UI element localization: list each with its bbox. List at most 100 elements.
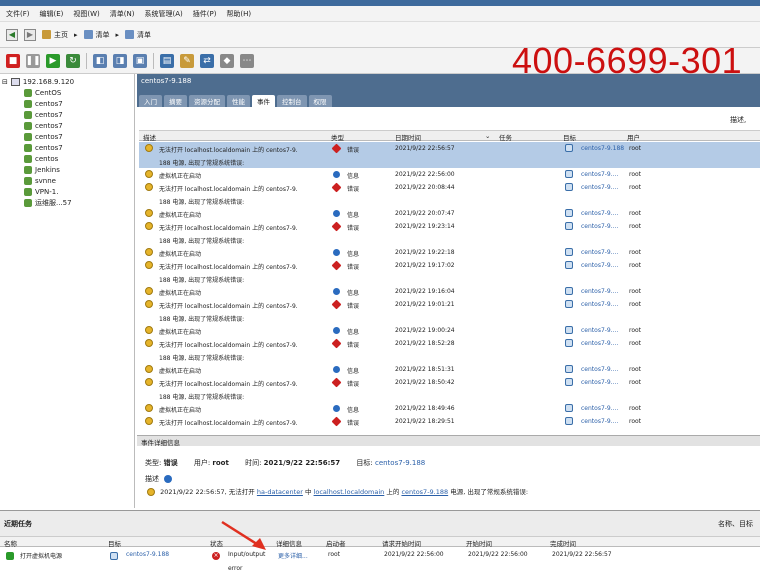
event-row[interactable]: 虚拟机正在启动 信息 2021/9/22 18:49:46 centos7-9....… — [139, 402, 760, 415]
tree-vm[interactable]: Jenkins — [2, 164, 132, 175]
collapse-icon[interactable]: ⊟ — [2, 78, 8, 86]
menu-file[interactable]: 文件(F) — [6, 9, 30, 19]
event-row[interactable]: 188 电源, 出现了常规系统错误: — [139, 311, 760, 324]
vm-link[interactable]: centos7-9.188 — [401, 488, 448, 496]
console-icon[interactable]: ▤ — [160, 53, 174, 68]
event-target-link[interactable]: centos7-9.... — [581, 210, 618, 217]
event-target-link[interactable]: centos7-9.... — [581, 366, 618, 373]
event-target-link[interactable]: centos7-9.... — [581, 301, 618, 308]
event-row[interactable]: 188 电源, 出现了常规系统错误: — [139, 272, 760, 285]
reset-icon[interactable]: ↻ — [66, 53, 80, 68]
col-user[interactable]: 用户 — [627, 132, 640, 142]
task-details-link[interactable]: 更多详细... — [278, 551, 308, 560]
event-target-link[interactable]: centos7-9.... — [581, 418, 618, 425]
menu-edit[interactable]: 编辑(E) — [40, 9, 64, 19]
forward-icon[interactable]: ▶ — [24, 28, 36, 41]
menu-plugins[interactable]: 插件(P) — [193, 9, 217, 19]
host-link[interactable]: localhost.localdomain — [314, 488, 385, 496]
event-row[interactable]: 无法打开 localhost.localdomain 上的 centos7-9.… — [139, 181, 760, 194]
menu-inventory[interactable]: 清单(N) — [110, 9, 135, 19]
menu-view[interactable]: 视图(W) — [73, 9, 99, 19]
event-row[interactable]: 188 电源, 出现了常规系统错误: — [139, 194, 760, 207]
col-datetime[interactable]: 日期时间 — [395, 132, 421, 142]
tree-vm[interactable]: centos7 — [2, 142, 132, 153]
tab-summary[interactable]: 摘要 — [164, 95, 187, 107]
event-target-link[interactable]: centos7-9.... — [581, 262, 618, 269]
rt-col-requested[interactable]: 请求开始时间 — [382, 538, 421, 548]
menu-admin[interactable]: 系统管理(A) — [144, 9, 182, 19]
rt-col-completed[interactable]: 完成时间 — [550, 538, 576, 548]
tab-events[interactable]: 事件 — [252, 95, 275, 107]
tree-vm[interactable]: centos7 — [2, 98, 132, 109]
event-row[interactable]: 无法打开 localhost.localdomain 上的 centos7-9.… — [139, 298, 760, 311]
rt-col-started[interactable]: 开始时间 — [466, 538, 492, 548]
event-row[interactable]: 无法打开 localhost.localdomain 上的 centos7-9.… — [139, 376, 760, 389]
event-target-link[interactable]: centos7-9.... — [581, 288, 618, 295]
event-target-link[interactable]: centos7-9.... — [581, 327, 618, 334]
tree-vm[interactable]: CentOS — [2, 87, 132, 98]
event-target-link[interactable]: centos7-9.... — [581, 184, 618, 191]
event-row[interactable]: 188 电源, 出现了常规系统错误: — [139, 155, 760, 168]
event-row[interactable]: 无法打开 localhost.localdomain 上的 centos7-9.… — [139, 142, 760, 155]
event-target-link[interactable]: centos7-9.... — [581, 379, 618, 386]
tree-vm[interactable]: svnne — [2, 175, 132, 186]
breadcrumb-inventory-2[interactable]: 清单 — [125, 30, 151, 40]
tree-vm[interactable]: VPN-1. — [2, 186, 132, 197]
back-icon[interactable]: ◀ — [6, 28, 18, 41]
tree-host[interactable]: ⊟ 192.168.9.120 — [2, 76, 132, 87]
snapshot-icon[interactable]: ◧ — [93, 53, 107, 68]
detail-target-link[interactable]: centos7-9.188 — [375, 459, 425, 467]
revert-snapshot-icon[interactable]: ◨ — [113, 53, 127, 68]
event-row[interactable]: 虚拟机正在启动 信息 2021/9/22 20:07:47 centos7-9....… — [139, 207, 760, 220]
tab-performance[interactable]: 性能 — [227, 95, 250, 107]
rt-col-initiator[interactable]: 启动者 — [326, 538, 346, 548]
edit-settings-icon[interactable]: ✎ — [180, 53, 194, 68]
tree-vm[interactable]: centos7 — [2, 109, 132, 120]
event-row[interactable]: 无法打开 localhost.localdomain 上的 centos7-9.… — [139, 337, 760, 350]
event-target-link[interactable]: centos7-9.... — [581, 405, 618, 412]
event-row[interactable]: 无法打开 localhost.localdomain 上的 centos7-9.… — [139, 415, 760, 428]
clone-icon[interactable]: ◆ — [220, 53, 234, 68]
col-target[interactable]: 目标 — [563, 132, 576, 142]
tab-getting-started[interactable]: 入门 — [139, 95, 162, 107]
event-row[interactable]: 虚拟机正在启动 信息 2021/9/22 22:56:00 centos7-9....… — [139, 168, 760, 181]
snapshot-manager-icon[interactable]: ▣ — [133, 53, 147, 68]
event-target-link[interactable]: centos7-9.... — [581, 223, 618, 230]
description-filter-label[interactable]: 描述, — [730, 115, 746, 125]
event-row[interactable]: 188 电源, 出现了常规系统错误: — [139, 350, 760, 363]
event-row[interactable]: 虚拟机正在启动 信息 2021/9/22 19:00:24 centos7-9....… — [139, 324, 760, 337]
event-row[interactable]: 无法打开 localhost.localdomain 上的 centos7-9.… — [139, 220, 760, 233]
tab-permissions[interactable]: 权限 — [308, 95, 332, 107]
event-target-link[interactable]: centos7-9.... — [581, 171, 618, 178]
tab-console[interactable]: 控制台 — [277, 95, 307, 107]
col-task[interactable]: 任务 — [499, 132, 512, 142]
event-row[interactable]: 无法打开 localhost.localdomain 上的 centos7-9.… — [139, 259, 760, 272]
col-description[interactable]: 描述 — [143, 132, 156, 142]
recent-tasks-filter[interactable]: 名称、目标 — [718, 519, 753, 529]
event-row[interactable]: 虚拟机正在启动 信息 2021/9/22 19:16:04 centos7-9....… — [139, 285, 760, 298]
event-row[interactable]: 虚拟机正在启动 信息 2021/9/22 19:22:18 centos7-9....… — [139, 246, 760, 259]
tree-vm[interactable]: centos7 — [2, 131, 132, 142]
event-row[interactable]: 188 电源, 出现了常规系统错误: — [139, 389, 760, 402]
rt-col-details[interactable]: 详细信息 — [276, 538, 302, 548]
menu-help[interactable]: 帮助(H) — [226, 9, 251, 19]
tree-vm[interactable]: 运维服...57 — [2, 197, 132, 208]
tree-vm[interactable]: centos7 — [2, 120, 132, 131]
recent-task-row[interactable]: 打开虚拟机电源 centos7-9.188 × Input/output err… — [0, 548, 760, 578]
event-target-link[interactable]: centos7-9.188 — [581, 145, 624, 152]
power-on-icon[interactable]: ▶ — [46, 53, 60, 68]
suspend-icon[interactable]: ❚❚ — [25, 53, 41, 68]
event-target-link[interactable]: centos7-9.... — [581, 340, 618, 347]
event-row[interactable]: 188 电源, 出现了常规系统错误: — [139, 233, 760, 246]
breadcrumb-home[interactable]: 主页 — [42, 30, 68, 40]
datacenter-link[interactable]: ha-datacenter — [257, 488, 303, 496]
task-target-link[interactable]: centos7-9.188 — [126, 551, 169, 558]
rt-col-target[interactable]: 目标 — [108, 538, 121, 548]
more-actions-icon[interactable]: ⋯ — [240, 53, 254, 68]
tab-resource-allocation[interactable]: 资源分配 — [189, 95, 225, 107]
breadcrumb-inventory[interactable]: 清单 — [83, 30, 110, 40]
col-type[interactable]: 类型 — [331, 132, 344, 142]
tree-vm[interactable]: centos — [2, 153, 132, 164]
event-target-link[interactable]: centos7-9.... — [581, 249, 618, 256]
rt-col-name[interactable]: 名称 — [4, 538, 17, 548]
